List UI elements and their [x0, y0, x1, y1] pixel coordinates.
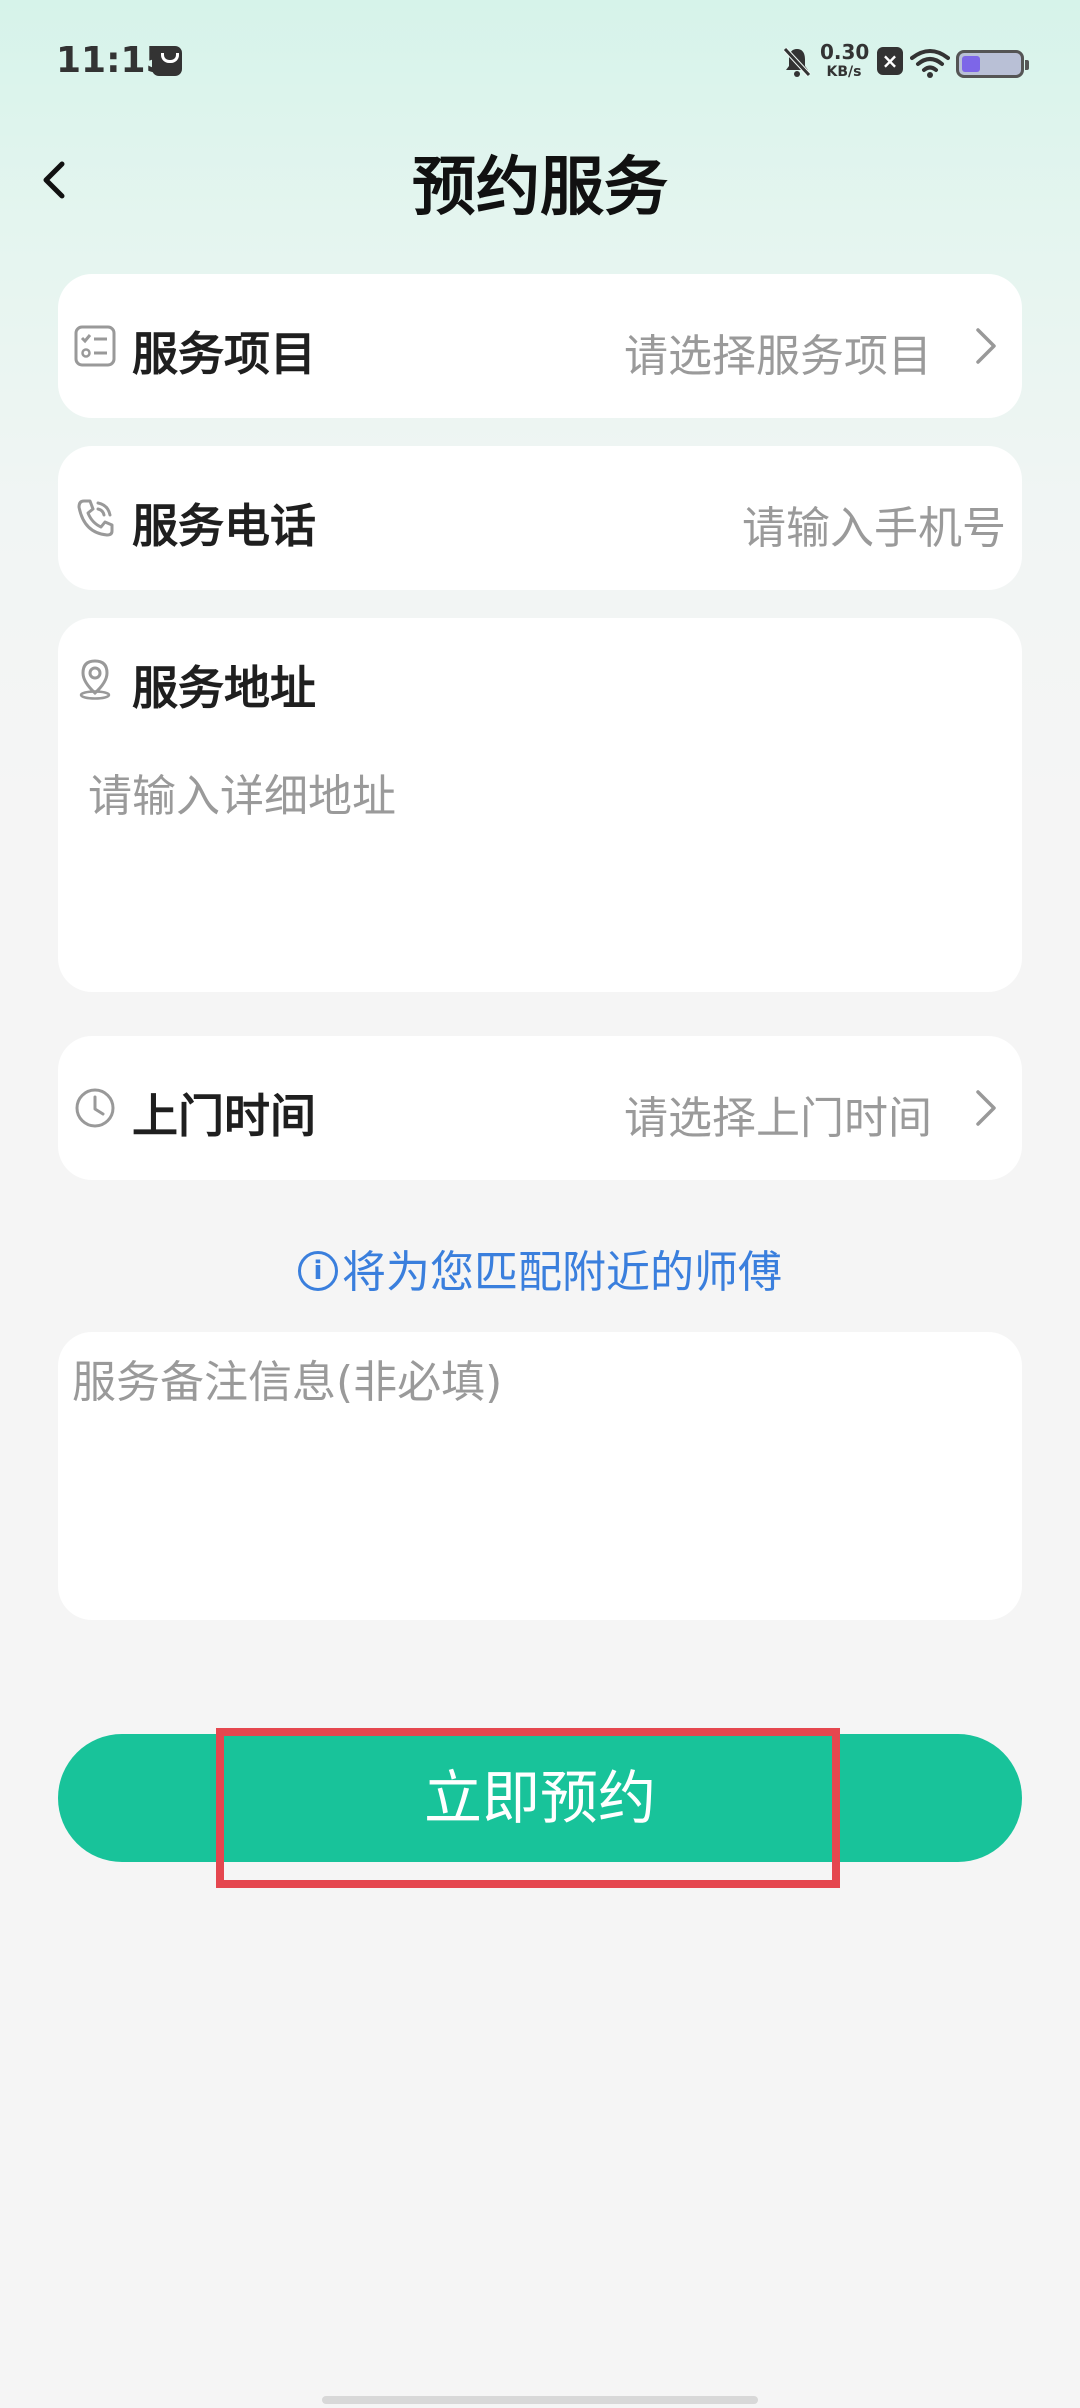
phone-icon	[77, 499, 114, 537]
service-address-label: 服务地址	[132, 661, 316, 715]
status-bar: 11:15 0.30 KB/s ×	[0, 0, 1080, 128]
service-item-label: 服务项目	[132, 327, 316, 381]
nearby-master-notice: i 将为您匹配附近的师傅	[0, 1236, 1080, 1300]
service-address-card: 服务地址 请输入详细地址	[58, 618, 1022, 992]
service-address-input[interactable]: 请输入详细地址	[88, 760, 988, 960]
battery-icon	[956, 50, 1029, 78]
service-item-row[interactable]: 服务项目 请选择服务项目	[58, 274, 1022, 418]
header: 预约服务	[0, 128, 1080, 228]
home-indicator[interactable]	[322, 2396, 758, 2404]
service-item-select[interactable]: 请选择服务项目	[624, 320, 932, 384]
info-icon: i	[298, 1251, 338, 1291]
location-pin-icon	[79, 659, 111, 700]
bell-muted-icon	[783, 47, 811, 77]
service-phone-input[interactable]: 请输入手机号	[742, 492, 1006, 556]
notice-text: 将为您匹配附近的师傅	[342, 1247, 782, 1298]
sim-blocked-icon: ×	[877, 47, 903, 75]
chevron-right-icon	[976, 1090, 996, 1126]
network-speed: 0.30 KB/s	[820, 40, 870, 80]
visit-time-select[interactable]: 请选择上门时间	[624, 1082, 932, 1146]
service-phone-label: 服务电话	[132, 499, 316, 553]
network-speed-unit: KB/s	[826, 64, 862, 80]
clock-icon	[75, 1088, 115, 1128]
visit-time-label: 上门时间	[132, 1089, 316, 1143]
chevron-right-icon	[976, 328, 996, 364]
visit-time-row[interactable]: 上门时间 请选择上门时间	[58, 1036, 1022, 1180]
shopping-bag-icon	[152, 46, 182, 76]
network-speed-value: 0.30	[820, 40, 870, 64]
checklist-icon	[74, 325, 116, 367]
remark-card: 服务备注信息(非必填)	[58, 1332, 1022, 1620]
remark-input[interactable]: 服务备注信息(非必填)	[72, 1346, 1002, 1606]
page-title: 预约服务	[412, 151, 668, 225]
wifi-icon	[910, 49, 950, 78]
book-now-button[interactable]: 立即预约	[58, 1734, 1022, 1862]
service-phone-row[interactable]: 服务电话 请输入手机号	[58, 446, 1022, 590]
